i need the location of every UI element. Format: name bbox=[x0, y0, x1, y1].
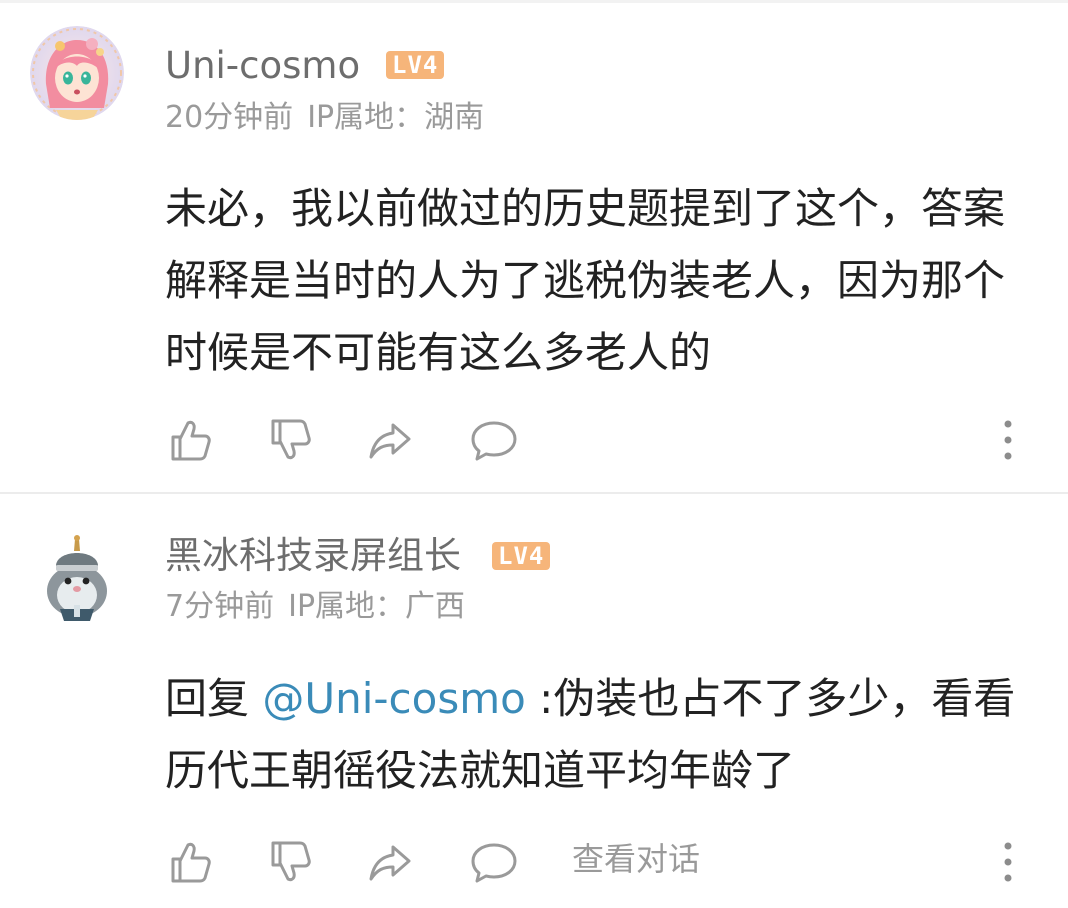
avatar[interactable] bbox=[30, 529, 124, 623]
reply-prefix: 回复 bbox=[165, 674, 263, 723]
timestamp: 20分钟前 bbox=[165, 100, 294, 135]
share-icon[interactable] bbox=[365, 837, 415, 887]
comment-text: 未必，我以前做过的历史题提到了这个，答案解释是当时的人为了逃税伪装老人，因为那个… bbox=[165, 184, 1006, 377]
more-icon[interactable] bbox=[991, 837, 1025, 887]
comment-item: 黑冰科技录屏组长 LV4 7分钟前 IP属地：广西 回复 @Uni-cosmo :… bbox=[0, 493, 1068, 908]
comment-text: 回复 @Uni-cosmo :伪装也占不了多少，看看历代王朝徭役法就知道平均年龄… bbox=[165, 663, 1025, 807]
comment-meta: 20分钟前 IP属地：湖南 bbox=[165, 103, 484, 133]
comment-item: Uni-cosmo LV4 20分钟前 IP属地：湖南 未必，我以前做过的历史题提… bbox=[0, 0, 1068, 492]
comment-actions: 查看对话 bbox=[165, 837, 1025, 887]
view-conversation-button[interactable]: 查看对话 bbox=[572, 843, 700, 875]
ip-location: IP属地：广西 bbox=[288, 589, 466, 624]
level-badge: LV4 bbox=[492, 542, 551, 570]
thumbs-down-icon[interactable] bbox=[265, 837, 315, 887]
more-icon[interactable] bbox=[991, 415, 1025, 465]
anime-girl-avatar-icon bbox=[30, 26, 124, 120]
thumbs-up-icon[interactable] bbox=[165, 837, 215, 887]
timestamp: 7分钟前 bbox=[165, 589, 275, 624]
avatar[interactable] bbox=[30, 26, 124, 120]
thumbs-up-icon[interactable] bbox=[165, 415, 215, 465]
comment-icon[interactable] bbox=[469, 837, 519, 887]
ip-location: IP属地：湖南 bbox=[307, 100, 485, 135]
hamster-soldier-avatar-icon bbox=[30, 529, 124, 623]
level-badge: LV4 bbox=[386, 51, 445, 79]
comment-meta: 7分钟前 IP属地：广西 bbox=[165, 592, 465, 622]
comment-actions bbox=[165, 415, 1025, 465]
thumbs-down-icon[interactable] bbox=[265, 415, 315, 465]
username[interactable]: 黑冰科技录屏组长 bbox=[165, 537, 461, 574]
comment-icon[interactable] bbox=[469, 415, 519, 465]
username[interactable]: Uni-cosmo bbox=[165, 47, 360, 84]
mention-link[interactable]: @Uni-cosmo bbox=[262, 674, 525, 723]
share-icon[interactable] bbox=[365, 415, 415, 465]
